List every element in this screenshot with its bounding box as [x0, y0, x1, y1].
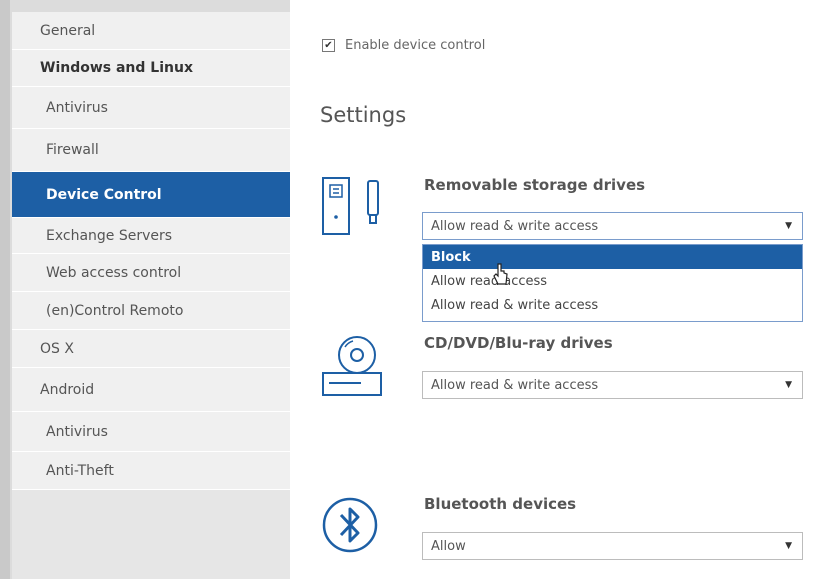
hand-cursor-icon — [493, 263, 508, 285]
cd-dvd-label: CD/DVD/Blu-ray drives — [424, 334, 613, 352]
dropdown-option-read[interactable]: Allow read access — [423, 269, 802, 293]
nav-item-antivirus[interactable]: Antivirus — [12, 87, 290, 129]
nav-item-device-control[interactable]: Device Control — [12, 172, 290, 218]
nav-item-label: Antivirus — [46, 99, 108, 116]
nav-item-web-access-control[interactable]: Web access control — [12, 254, 290, 292]
enable-device-control-label: Enable device control — [345, 38, 486, 53]
sidebar-empty-area — [12, 490, 290, 579]
removable-storage-select[interactable]: Allow read & write access ▼ — [422, 212, 803, 240]
nav-item-android[interactable]: Android — [12, 368, 290, 412]
nav-item-firewall[interactable]: Firewall — [12, 129, 290, 172]
cd-dvd-value: Allow read & write access — [431, 377, 599, 393]
nav-item-exchange-servers[interactable]: Exchange Servers — [12, 218, 290, 254]
nav-item-label: Android — [40, 381, 95, 398]
removable-storage-dropdown: Block Allow read access Allow read & wri… — [422, 244, 803, 322]
bluetooth-select[interactable]: Allow ▼ — [422, 532, 803, 560]
bluetooth-label: Bluetooth devices — [424, 495, 577, 513]
settings-heading: Settings — [320, 103, 407, 127]
chevron-down-icon: ▼ — [785, 541, 792, 551]
nav-item-android-antivirus[interactable]: Antivirus — [12, 412, 290, 452]
cd-drive-icon — [322, 336, 382, 396]
sidebar-nav: General Windows and Linux Antivirus Fire… — [12, 12, 290, 490]
nav-item-control-remoto[interactable]: (en)Control Remoto — [12, 292, 290, 330]
nav-item-windows-linux[interactable]: Windows and Linux — [12, 50, 290, 87]
chevron-down-icon: ▼ — [785, 380, 792, 390]
usb-drive-icon — [322, 177, 379, 235]
nav-item-label: Device Control — [46, 186, 162, 203]
enable-device-control-checkbox[interactable]: ✔ — [322, 39, 335, 52]
nav-item-label: (en)Control Remoto — [46, 302, 184, 319]
cd-dvd-select[interactable]: Allow read & write access ▼ — [422, 371, 803, 399]
nav-item-label: Exchange Servers — [46, 227, 173, 244]
window-edge — [0, 0, 10, 579]
nav-item-label: Web access control — [46, 264, 182, 281]
nav-item-label: Anti-Theft — [46, 462, 114, 479]
nav-item-label: Antivirus — [46, 423, 108, 440]
nav-item-label: Windows and Linux — [40, 60, 193, 76]
nav-item-osx[interactable]: OS X — [12, 330, 290, 368]
dropdown-option-block[interactable]: Block — [423, 245, 802, 269]
nav-item-label: Firewall — [46, 142, 99, 158]
chevron-down-icon: ▼ — [785, 221, 792, 231]
nav-item-label: OS X — [40, 340, 74, 357]
nav-item-anti-theft[interactable]: Anti-Theft — [12, 452, 290, 490]
removable-storage-value: Allow read & write access — [431, 218, 599, 234]
nav-item-label: General — [40, 22, 96, 39]
dropdown-option-read-write[interactable]: Allow read & write access — [423, 293, 802, 317]
bluetooth-value: Allow — [431, 538, 466, 554]
nav-item-general[interactable]: General — [12, 12, 290, 50]
device-control-panel: ✔ Enable device control Settings Removab… — [290, 0, 818, 579]
bluetooth-icon — [322, 497, 378, 553]
removable-storage-label: Removable storage drives — [424, 176, 646, 194]
enable-device-control-row[interactable]: ✔ Enable device control — [322, 38, 485, 53]
